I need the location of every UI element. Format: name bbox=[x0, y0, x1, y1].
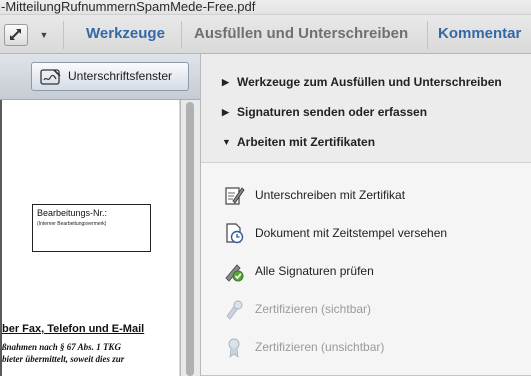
document-heading: ber Fax, Telefon und E-Mail bbox=[2, 323, 145, 335]
tools-sidebar: ▶ Werkzeuge zum Ausfüllen und Unterschre… bbox=[200, 54, 531, 376]
window-title: -MitteilungRufnummernSpamMede-Free.pdf bbox=[0, 0, 531, 14]
tab-tools[interactable]: Werkzeuge bbox=[86, 15, 165, 55]
document-text-line: ßnahmen nach § 67 Abs. 1 TKG bbox=[2, 342, 121, 352]
collapsed-arrow-icon: ▶ bbox=[222, 107, 229, 117]
timestamp-document-item[interactable]: Dokument mit Zeitstempel versehen bbox=[201, 220, 531, 246]
processing-number-sublabel: (Interner Bearbeitungsvermerk) bbox=[37, 221, 107, 227]
validate-signatures-icon bbox=[225, 264, 244, 282]
document-scroll-thumb[interactable] bbox=[186, 102, 194, 376]
toolbar-divider bbox=[427, 21, 428, 49]
item-label: Dokument mit Zeitstempel versehen bbox=[255, 226, 448, 240]
section-label: Werkzeuge zum Ausfüllen und Unterschreib… bbox=[237, 75, 502, 89]
collapsed-arrow-icon: ▶ bbox=[222, 77, 229, 87]
certify-visible-item[interactable]: Zertifizieren (sichtbar) bbox=[201, 296, 531, 322]
signature-window-label: Unterschriftsfenster bbox=[68, 69, 173, 83]
validate-all-signatures-item[interactable]: Alle Signaturen prüfen bbox=[201, 258, 531, 284]
section-label: Arbeiten mit Zertifikaten bbox=[237, 135, 376, 149]
expand-arrows-icon bbox=[10, 29, 21, 40]
certify-visible-icon bbox=[226, 300, 243, 320]
document-toolbar: Unterschriftsfenster bbox=[0, 54, 200, 100]
expand-button[interactable] bbox=[4, 24, 28, 46]
processing-number-label: Bearbeitungs-Nr.: bbox=[37, 208, 108, 218]
section-certificates[interactable]: ▼ Arbeiten mit Zertifikaten bbox=[201, 127, 531, 157]
main-toolbar: ▼ Werkzeuge Ausfüllen und Unterschreiben… bbox=[0, 14, 531, 54]
pdf-page[interactable]: Bearbeitungs-Nr.: (Interner Bearbeitungs… bbox=[0, 100, 179, 376]
certify-invisible-icon bbox=[228, 338, 240, 358]
signature-window-button[interactable]: Unterschriftsfenster bbox=[31, 62, 189, 91]
timestamp-icon bbox=[226, 223, 244, 244]
sign-with-certificate-item[interactable]: Unterschreiben mit Zertifikat bbox=[201, 182, 531, 208]
section-label: Signaturen senden oder erfassen bbox=[237, 105, 428, 119]
section-fill-and-sign-tools[interactable]: ▶ Werkzeuge zum Ausfüllen und Unterschre… bbox=[201, 67, 531, 97]
item-label: Zertifizieren (unsichtbar) bbox=[255, 340, 385, 354]
document-text-line: bieter übermittelt, soweit dies zur bbox=[2, 354, 125, 364]
tab-fill-and-sign[interactable]: Ausfüllen und Unterschreiben bbox=[194, 15, 408, 55]
item-label: Zertifizieren (sichtbar) bbox=[255, 302, 372, 316]
certificates-panel: Unterschreiben mit Zertifikat Dokument m… bbox=[201, 162, 531, 376]
item-label: Unterschreiben mit Zertifikat bbox=[255, 188, 406, 202]
signature-window-icon bbox=[40, 69, 61, 85]
toolbar-dropdown-button[interactable]: ▼ bbox=[36, 24, 52, 46]
sign-certificate-icon bbox=[225, 187, 245, 205]
processing-number-box: Bearbeitungs-Nr.: (Interner Bearbeitungs… bbox=[32, 204, 151, 252]
certify-invisible-item[interactable]: Zertifizieren (unsichtbar) bbox=[201, 334, 531, 360]
tab-comment[interactable]: Kommentar bbox=[438, 15, 521, 55]
toolbar-divider bbox=[181, 21, 182, 49]
item-label: Alle Signaturen prüfen bbox=[255, 264, 374, 278]
menu-down-icon: ▼ bbox=[39, 30, 49, 40]
section-send-signatures[interactable]: ▶ Signaturen senden oder erfassen bbox=[201, 97, 531, 127]
expanded-arrow-icon: ▼ bbox=[222, 137, 231, 147]
document-pane: Unterschriftsfenster Bearbeitungs-Nr.: (… bbox=[0, 54, 200, 376]
toolbar-divider bbox=[63, 21, 64, 49]
